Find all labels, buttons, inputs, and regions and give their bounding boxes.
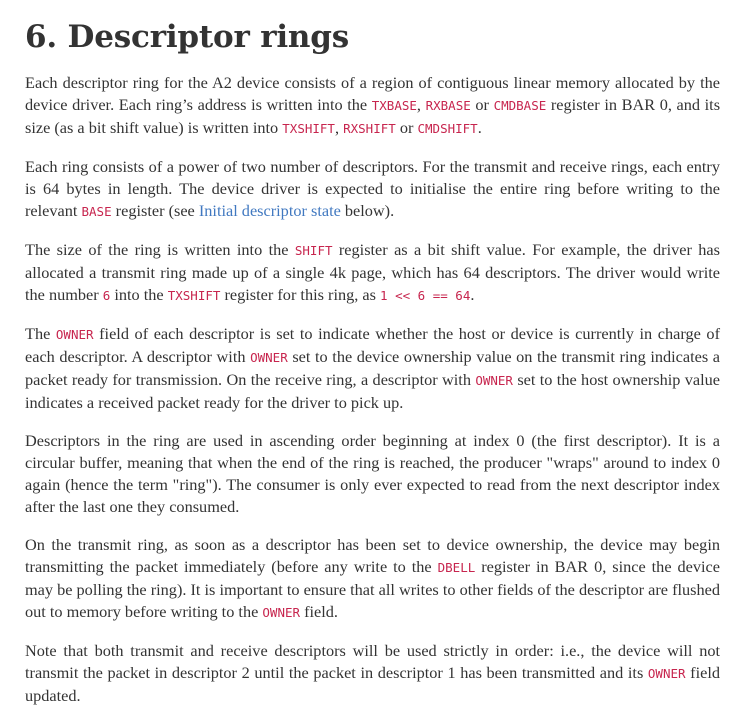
text: register for this ring, as [220,285,381,304]
register-txshift: TXSHIFT [167,288,221,303]
register-rxshift: RXSHIFT [343,121,396,136]
register-shift: SHIFT [294,243,333,258]
text: The size of the ring is written into the [25,240,295,259]
field-owner: OWNER [55,327,94,342]
text: The [25,324,56,343]
paragraph-ring-memory: Each descriptor ring for the A2 device c… [25,72,720,140]
code-shift-expression: 1 << 6 == 64 [380,288,471,303]
section-heading: 6. Descriptor rings [25,19,349,55]
text: or [395,118,418,137]
text: Note that both transmit and receive desc… [25,641,720,682]
paragraph-strict-order: Note that both transmit and receive desc… [25,640,720,707]
field-owner: OWNER [250,350,288,365]
document-content: 6. Descriptor rings Each descriptor ring… [25,0,720,707]
register-rxbase: RXBASE [425,98,471,113]
paragraph-shift-value: The size of the ring is written into the… [25,239,720,307]
register-cmdshift: CMDSHIFT [417,121,478,136]
paragraph-transmit-ring: On the transmit ring, as soon as a descr… [25,534,720,624]
text: below). [340,201,395,220]
field-owner: OWNER [262,605,301,620]
register-txshift: TXSHIFT [282,121,335,136]
text: Descriptors in the ring are used in asce… [25,431,720,516]
register-dbell: DBELL [437,560,476,575]
field-owner: OWNER [647,666,686,681]
text: , [416,95,426,114]
text: into the [110,285,168,304]
initial-descriptor-state-link[interactable]: Initial descriptor state [199,201,341,220]
paragraph-ring-size: Each ring consists of a power of two num… [25,156,720,223]
register-cmdbase: CMDBASE [493,98,547,113]
text: , [334,118,344,137]
text: field. [300,602,339,621]
paragraph-owner-field: The OWNER field of each descriptor is se… [25,323,720,414]
text: or [470,95,494,114]
register-txbase: TXBASE [371,98,417,113]
text: . [470,285,475,304]
text: . [477,118,482,137]
paragraph-circular-buffer: Descriptors in the ring are used in asce… [25,430,720,518]
register-base: BASE [81,204,112,219]
text: register (see [111,201,199,220]
field-owner: OWNER [475,373,513,388]
